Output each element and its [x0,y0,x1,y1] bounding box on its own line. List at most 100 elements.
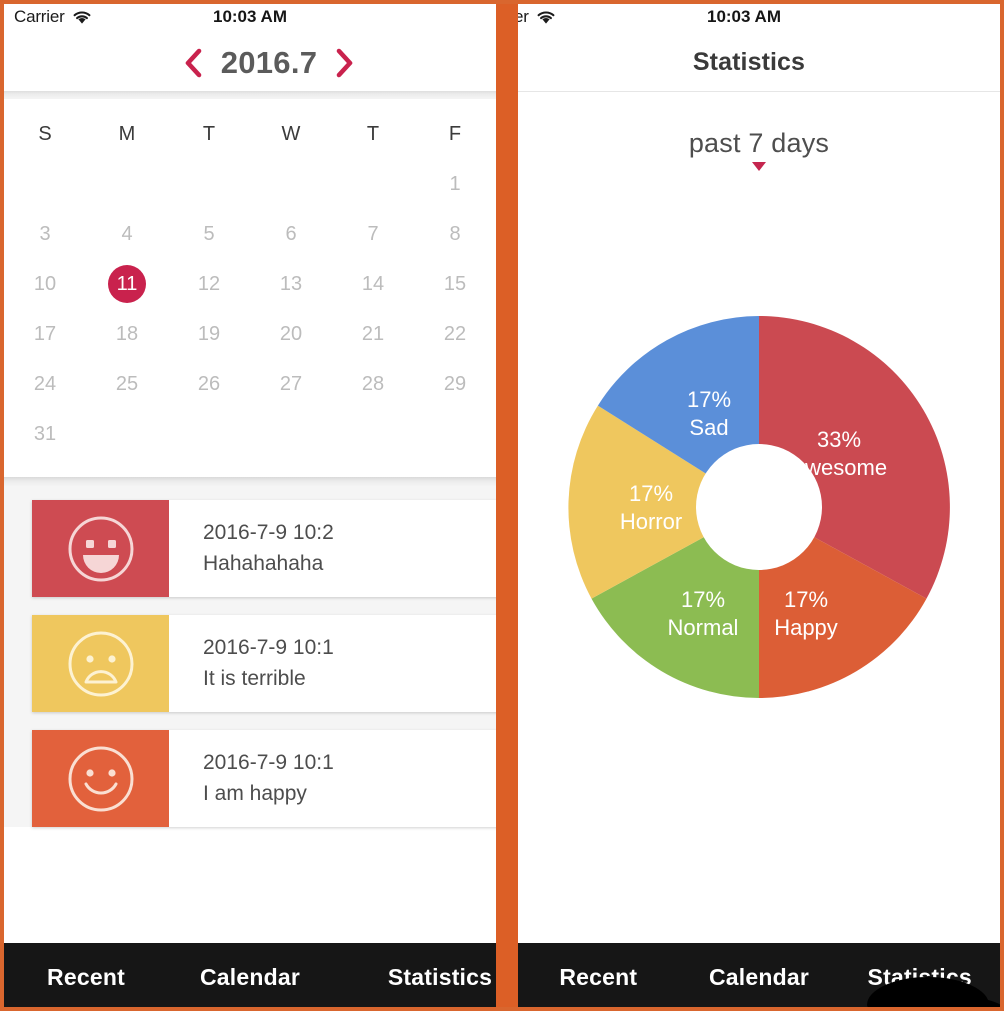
calendar-day-cell[interactable]: 8 [414,223,496,246]
entry-date: 2016-7-9 10:1 [203,636,334,659]
calendar-day-cell[interactable]: 7 [332,223,414,246]
calendar-day-cell[interactable]: 29 [414,373,496,396]
date-range-picker[interactable]: past 7 days [518,128,1000,171]
entry-note: Hahahahaha [203,552,324,575]
calendar-day-cell[interactable]: 26 [168,373,250,396]
calendar-week-row: 31 [4,409,496,459]
day-number: 1 [449,172,461,195]
statistics-screen: rier 10:03 AM Statistics past 7 days [518,0,1000,1011]
calendar-day-cell[interactable]: 28 [332,373,414,396]
calendar-day-cell[interactable]: 5 [168,223,250,246]
day-number: 25 [115,372,139,395]
day-number: 8 [449,222,461,245]
tab-bar-left: Recent Calendar Statistics [4,943,496,1011]
day-number: 6 [285,222,297,245]
calendar-week-row: 1 [4,159,496,209]
tab-calendar[interactable]: Calendar [679,964,840,991]
mood-donut-chart: 33% Awesome 17% Happy 17% Normal 17% Hor… [563,311,955,703]
month-nav-bar: 2016.7 [4,34,496,91]
calendar-day-cell[interactable]: 12 [168,273,250,296]
weekday-header: F [448,122,462,145]
calendar-day-cell[interactable]: 20 [250,323,332,346]
calendar-day-cell-selected[interactable]: 11 [86,265,168,303]
page-title: Statistics [692,48,806,76]
entry-date: 2016-7-9 10:2 [203,521,334,544]
calendar-day-cell[interactable]: 25 [86,373,168,396]
entry-icon-tile [32,615,169,712]
weekday-header: S [38,122,52,145]
calendar-day-cell[interactable]: 6 [250,223,332,246]
caret-down-icon [752,162,766,171]
tab-recent[interactable]: Recent [518,964,679,991]
calendar-week-row: 10 11 12 13 14 15 [4,259,496,309]
day-number: 31 [33,422,57,445]
calendar-day-cell[interactable] [414,423,496,446]
calendar-day-cell[interactable]: 4 [86,223,168,246]
slice-label-sad-value: 17% [687,387,731,412]
slice-label-horror-value: 17% [629,481,673,506]
calendar-day-cell[interactable]: 19 [168,323,250,346]
calendar-bottom-divider [4,477,496,486]
calendar-day-cell[interactable] [4,173,86,196]
entry-date: 2016-7-9 10:1 [203,751,334,774]
calendar-day-cell[interactable]: 17 [4,323,86,346]
calendar-day-cell[interactable] [250,423,332,446]
list-item[interactable]: 2016-7-9 10:1 I am happy [32,730,496,827]
status-time-right: 10:03 AM [706,7,781,26]
day-number: 21 [361,322,385,345]
calendar-day-cell[interactable]: 31 [4,423,86,446]
calendar-day-cell[interactable]: 13 [250,273,332,296]
weekday-header: T [366,122,380,145]
slice-label-normal-name: Normal [668,615,739,640]
slice-label-awesome-value: 33% [817,427,861,452]
month-label[interactable]: 2016.7 [221,45,318,81]
screenshot-root: Carrier 10:03 AM 2016.7 S M T W T F 1 3 … [0,0,1004,1011]
entry-text-block: 2016-7-9 10:2 Hahahahaha [169,500,496,597]
calendar-day-cell[interactable]: 22 [414,323,496,346]
calendar-weekday-header-row: S M T W T F [4,109,496,159]
day-number: 17 [33,322,57,345]
day-number: 19 [197,322,221,345]
calendar-day-cell[interactable] [86,423,168,446]
entry-note: It is terrible [203,667,306,690]
tab-statistics[interactable]: Statistics [358,964,496,991]
calendar-day-cell[interactable] [168,423,250,446]
day-number: 15 [443,272,467,295]
smiling-face-icon [68,746,133,811]
calendar-day-cell[interactable] [168,173,250,196]
calendar-week-row: 3 4 5 6 7 8 [4,209,496,259]
tab-calendar[interactable]: Calendar [168,964,332,991]
slice-label-horror-name: Horror [620,509,682,534]
list-item[interactable]: 2016-7-9 10:2 Hahahahaha [32,500,496,597]
calendar-day-cell[interactable] [332,173,414,196]
calendar-day-cell[interactable] [332,423,414,446]
calendar-day-cell[interactable]: 27 [250,373,332,396]
calendar-day-cell[interactable]: 1 [414,173,496,196]
chevron-right-icon[interactable] [334,47,356,79]
tab-recent[interactable]: Recent [4,964,168,991]
day-number: 18 [115,322,139,345]
day-number: 12 [197,272,221,295]
calendar-day-cell[interactable]: 24 [4,373,86,396]
calendar-day-cell[interactable] [86,173,168,196]
donut-chart-svg: 33% Awesome 17% Happy 17% Normal 17% Hor… [568,316,950,698]
list-item[interactable]: 2016-7-9 10:1 It is terrible [32,615,496,712]
calendar-day-cell[interactable]: 14 [332,273,414,296]
day-number: 5 [203,222,215,245]
status-time-left: 10:03 AM [212,7,287,26]
calendar-day-cell[interactable]: 21 [332,323,414,346]
chevron-left-icon[interactable] [182,47,204,79]
status-bar-left: Carrier 10:03 AM [4,0,496,34]
mood-entry-list: 2016-7-9 10:2 Hahahahaha 2016-7-9 10:1 I… [4,486,496,827]
frame-border-right [1000,0,1004,1011]
calendar-day-cell[interactable] [250,173,332,196]
calendar-day-cell[interactable]: 10 [4,273,86,296]
day-number: 10 [33,272,57,295]
calendar-day-cell[interactable]: 3 [4,223,86,246]
tab-bar-right: Recent Calendar Statistics [518,943,1000,1011]
nav-shadow-divider [4,91,496,99]
calendar-day-cell[interactable]: 18 [86,323,168,346]
calendar-day-cell[interactable]: 15 [414,273,496,296]
entry-note: I am happy [203,782,307,805]
tab-statistics[interactable]: Statistics [839,964,1000,991]
